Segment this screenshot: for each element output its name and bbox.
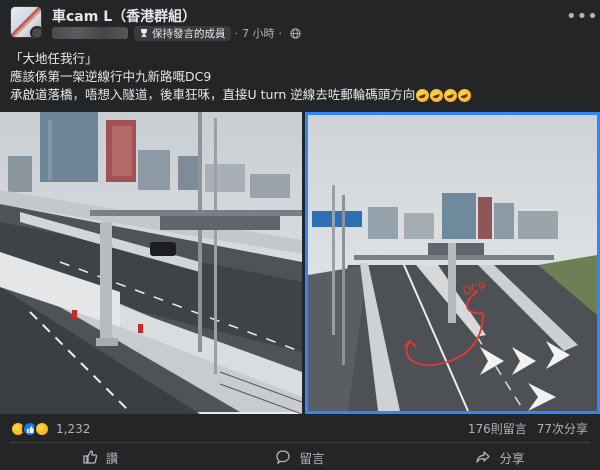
reaction-count[interactable]: 1,232 — [56, 422, 90, 436]
share-count[interactable]: 77次分享 — [537, 420, 588, 438]
photo-highway-left[interactable] — [0, 112, 302, 414]
badge-label: 保持發言的成員 — [152, 27, 226, 40]
globe-icon[interactable] — [290, 27, 301, 39]
group-name-link[interactable]: 車cam L（香港群組） — [52, 6, 196, 26]
like-label: 讚 — [105, 450, 119, 466]
group-avatar[interactable] — [10, 6, 42, 38]
highway-photo-right-image: DC9 — [308, 115, 597, 411]
author-avatar[interactable] — [30, 26, 41, 37]
more-options-button[interactable]: ••• — [566, 8, 598, 30]
engagement-counts: 176則留言 77次分享 — [468, 420, 588, 438]
post-line-3: 承啟道落橋，唔想入隧道，後車狂咊，直接U turn 逆線去咗郵輪碼頭方向 — [10, 87, 416, 102]
rofl-emoji-row — [415, 87, 472, 105]
comment-count[interactable]: 176則留言 — [468, 420, 527, 438]
highway-photo-left-image — [0, 112, 302, 414]
blurred-author-name[interactable] — [52, 27, 128, 39]
like-button[interactable]: 讚 — [0, 444, 200, 470]
post-line-3-wrap: 承啟道落橋，唔想入隧道，後車狂咊，直接U turn 逆線去咗郵輪碼頭方向 — [10, 86, 590, 105]
meta-separator: · — [234, 26, 239, 40]
share-label: 分享 — [499, 450, 525, 466]
rofl-emoji-icon — [416, 88, 430, 102]
rofl-emoji-icon — [444, 88, 458, 102]
share-button[interactable]: 分享 — [400, 444, 600, 470]
post-body: 「大地任我行」 應該係第一架逆線行中九新路嘅DC9 承啟道落橋，唔想入隧道，後車… — [10, 50, 590, 105]
care-reaction-icon — [34, 421, 50, 437]
post-header: 車cam L（香港群組） 保持發言的成員 · 7 小時 · ••• — [0, 0, 600, 48]
meta-separator-2: · — [278, 26, 283, 40]
share-icon — [476, 451, 491, 463]
reactions-summary[interactable]: 1,232 — [10, 420, 90, 438]
comment-icon — [276, 450, 291, 465]
post-meta: 保持發言的成員 · 7 小時 · — [52, 25, 301, 41]
rofl-emoji-icon — [430, 88, 444, 102]
like-icon — [83, 450, 97, 464]
more-dots-icon: ••• — [566, 6, 598, 27]
post-actions-bar: 讚 留言 分享 — [0, 444, 600, 470]
post-line-2: 應該係第一架逆線行中九新路嘅DC9 — [10, 69, 212, 84]
comment-label: 留言 — [299, 450, 325, 466]
photo-highway-right-selected[interactable]: DC9 — [305, 112, 600, 414]
post-timestamp[interactable]: 7 小時 — [242, 25, 275, 41]
member-badge[interactable]: 保持發言的成員 — [134, 25, 231, 41]
trophy-icon — [141, 29, 147, 37]
rofl-emoji-icon — [458, 88, 472, 102]
action-divider — [10, 442, 590, 443]
comment-button[interactable]: 留言 — [200, 444, 400, 470]
facebook-group-post: 車cam L（香港群組） 保持發言的成員 · 7 小時 · ••• 「大地任我行… — [0, 0, 600, 470]
post-line-1: 「大地任我行」 — [10, 51, 98, 66]
